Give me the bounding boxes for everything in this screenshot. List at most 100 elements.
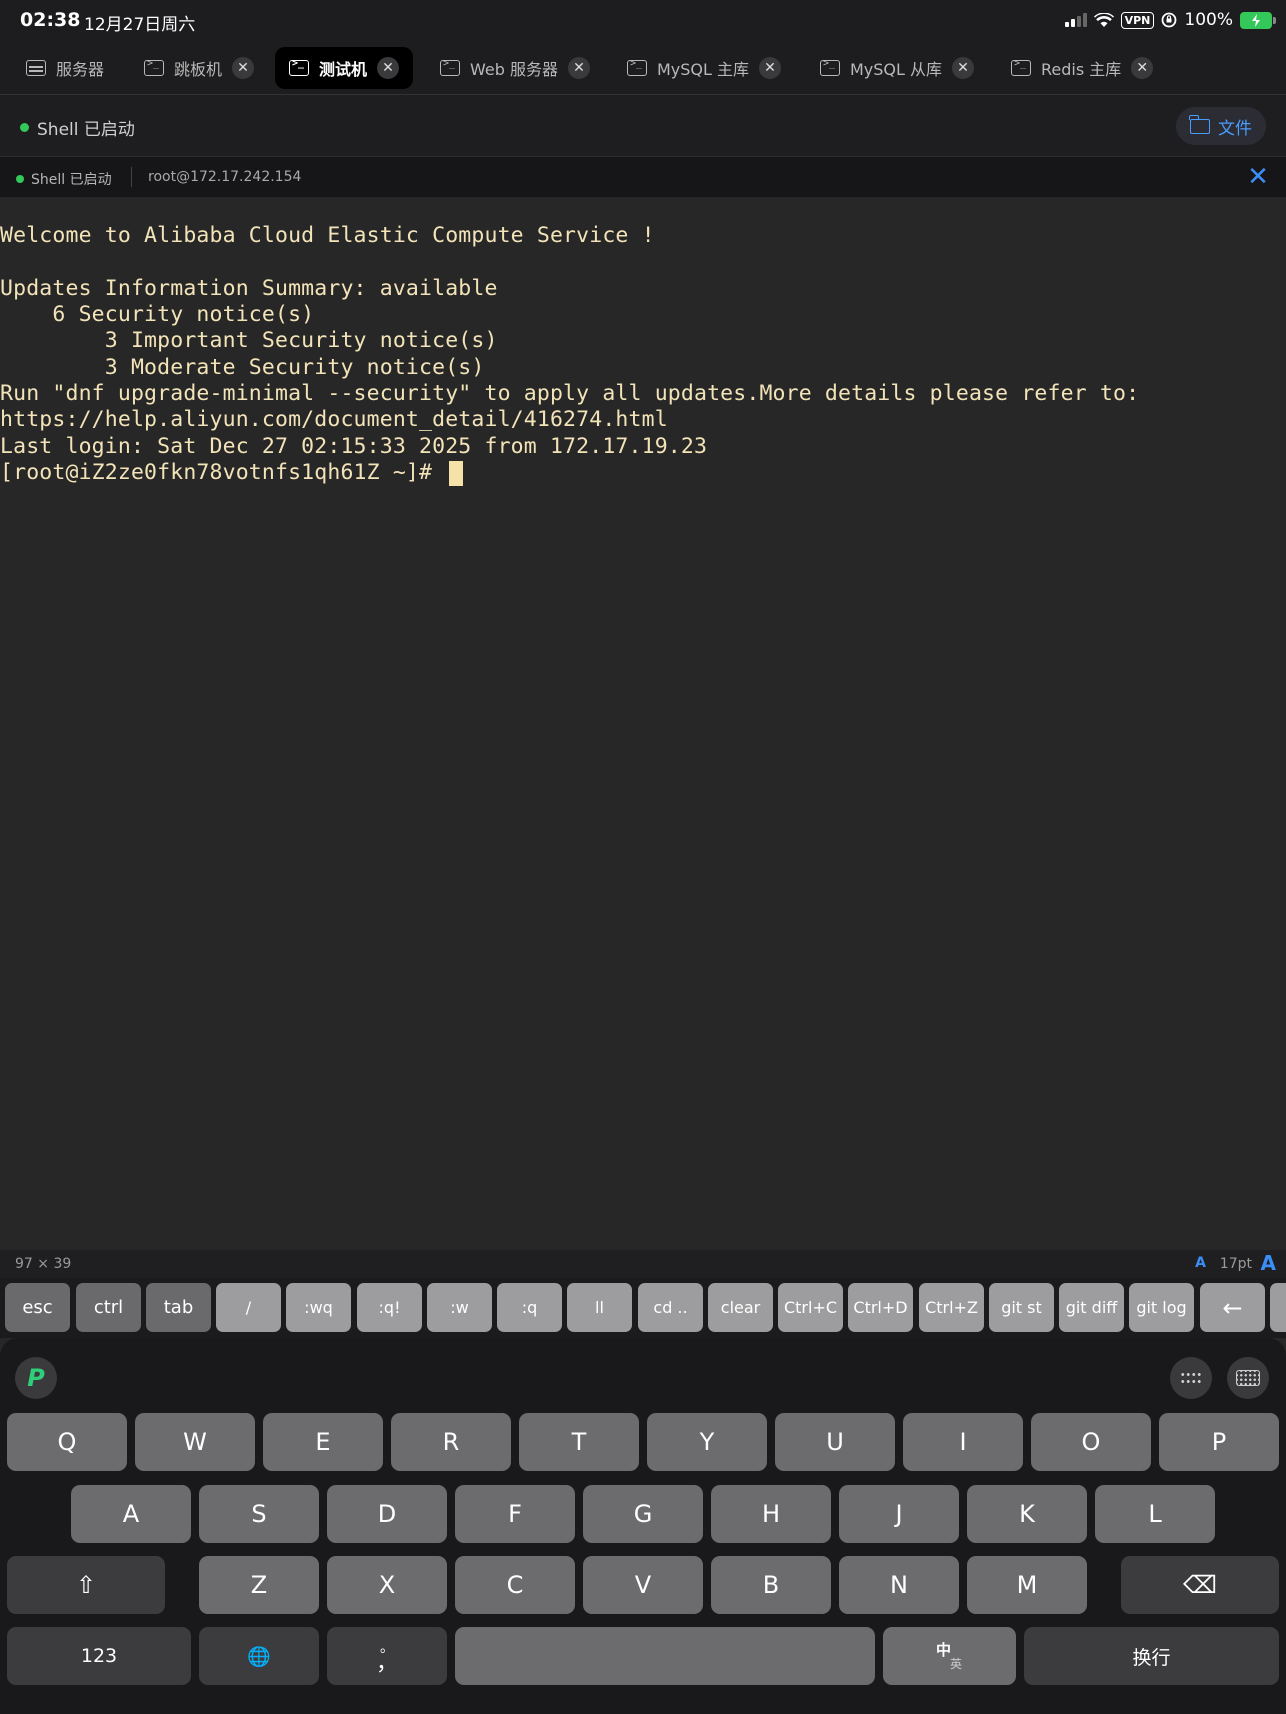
shortcut-key[interactable]: :q! bbox=[357, 1283, 422, 1332]
key-f[interactable]: F bbox=[455, 1485, 575, 1543]
terminal-info-bar: 97 × 39 A 17pt A bbox=[0, 1250, 1286, 1278]
key-c[interactable]: C bbox=[455, 1556, 575, 1614]
terminal-line: Welcome to Alibaba Cloud Elastic Compute… bbox=[0, 223, 655, 248]
key-g[interactable]: G bbox=[583, 1485, 703, 1543]
terminal-icon bbox=[627, 58, 647, 76]
key-m[interactable]: M bbox=[967, 1556, 1087, 1614]
arrow-left-key[interactable]: ← bbox=[1200, 1283, 1265, 1332]
key-v[interactable]: V bbox=[583, 1556, 703, 1614]
tab-servers[interactable]: 服务器 bbox=[12, 47, 118, 89]
shortcut-key[interactable]: Ctrl+C bbox=[778, 1283, 843, 1332]
tab-redis-primary[interactable]: Redis 主库 ✕ bbox=[997, 47, 1167, 89]
key-q[interactable]: Q bbox=[7, 1413, 127, 1471]
close-tab-icon[interactable]: ✕ bbox=[232, 57, 255, 79]
key-h[interactable]: H bbox=[711, 1485, 831, 1543]
shortcut-key[interactable]: esc bbox=[5, 1283, 70, 1332]
tab-mysql-primary[interactable]: MySQL 主库 ✕ bbox=[613, 47, 795, 89]
space-bar[interactable] bbox=[455, 1627, 875, 1685]
tab-mysql-replica[interactable]: MySQL 从库 ✕ bbox=[806, 47, 988, 89]
close-tab-icon[interactable]: ✕ bbox=[377, 57, 400, 79]
shortcut-key[interactable]: clear bbox=[708, 1283, 773, 1332]
key-b[interactable]: B bbox=[711, 1556, 831, 1614]
numbers-key[interactable]: 123 bbox=[7, 1627, 191, 1685]
tab-label: Web 服务器 bbox=[470, 60, 558, 79]
files-button-label: 文件 bbox=[1218, 118, 1252, 139]
session-header: Shell 已启动 文件 bbox=[0, 95, 1286, 157]
shortcut-key[interactable]: git diff bbox=[1059, 1283, 1124, 1332]
close-tab-icon[interactable]: ✕ bbox=[1131, 57, 1154, 79]
shortcut-key[interactable]: / bbox=[216, 1283, 281, 1332]
shortcut-key[interactable]: git log bbox=[1129, 1283, 1194, 1332]
status-dot-icon bbox=[20, 123, 29, 132]
shortcut-key[interactable]: cd .. bbox=[638, 1283, 703, 1332]
status-time: 02:38 bbox=[20, 9, 81, 31]
key-t[interactable]: T bbox=[519, 1413, 639, 1471]
key-x[interactable]: X bbox=[327, 1556, 447, 1614]
language-switch-key[interactable]: 中 英 bbox=[883, 1627, 1016, 1685]
connection-status: Shell 已启动 bbox=[16, 169, 112, 189]
terminal-cursor bbox=[449, 461, 463, 486]
shortcut-key[interactable]: :q bbox=[497, 1283, 562, 1332]
key-e[interactable]: E bbox=[263, 1413, 383, 1471]
shift-key[interactable]: ⇧ bbox=[7, 1556, 165, 1614]
key-s[interactable]: S bbox=[199, 1485, 319, 1543]
software-keyboard: P Q W E R T Y U I O P A S D F G H J K L … bbox=[0, 1338, 1286, 1714]
folder-icon bbox=[1189, 114, 1210, 134]
shortcut-key[interactable]: tab bbox=[146, 1283, 211, 1332]
key-j[interactable]: J bbox=[839, 1485, 959, 1543]
terminal-line: https://help.aliyun.com/document_detail/… bbox=[0, 407, 668, 432]
terminal-output[interactable]: Welcome to Alibaba Cloud Elastic Compute… bbox=[0, 197, 1286, 1250]
connection-host: root@172.17.242.154 bbox=[148, 169, 302, 185]
decrease-font-button[interactable]: A bbox=[1195, 1255, 1206, 1271]
tab-web-server[interactable]: Web 服务器 ✕ bbox=[426, 47, 604, 89]
keyboard-icon[interactable] bbox=[1227, 1357, 1269, 1399]
lang-zh-label: 中 bbox=[936, 1641, 952, 1659]
shortcut-key[interactable]: git st bbox=[989, 1283, 1054, 1332]
close-tab-icon[interactable]: ✕ bbox=[567, 57, 590, 79]
tab-test-machine[interactable]: 测试机 ✕ bbox=[275, 47, 414, 89]
tab-jump-host[interactable]: 跳板机 ✕ bbox=[130, 47, 268, 89]
tab-label: 服务器 bbox=[56, 60, 105, 79]
return-key[interactable]: 换行 bbox=[1024, 1627, 1279, 1685]
key-d[interactable]: D bbox=[327, 1485, 447, 1543]
key-y[interactable]: Y bbox=[647, 1413, 767, 1471]
wifi-icon bbox=[1093, 12, 1114, 27]
punctuation-key[interactable]: 。 ， bbox=[327, 1627, 447, 1685]
status-bar: 02:38 12月27日周六 VPN 100% bbox=[0, 0, 1286, 42]
shell-status: Shell 已启动 bbox=[20, 115, 135, 140]
terminal-line: Last login: Sat Dec 27 02:15:33 2025 fro… bbox=[0, 434, 708, 459]
key-a[interactable]: A bbox=[71, 1485, 191, 1543]
files-button[interactable]: 文件 bbox=[1176, 107, 1266, 145]
increase-font-button[interactable]: A bbox=[1261, 1251, 1276, 1275]
key-u[interactable]: U bbox=[775, 1413, 895, 1471]
delete-key[interactable]: ⌫ bbox=[1121, 1556, 1279, 1614]
key-z[interactable]: Z bbox=[199, 1556, 319, 1614]
keyboard-layout-icon bbox=[1236, 1370, 1260, 1386]
close-session-icon[interactable]: ✕ bbox=[1244, 163, 1272, 191]
key-r[interactable]: R bbox=[391, 1413, 511, 1471]
key-l[interactable]: L bbox=[1095, 1485, 1215, 1543]
shortcut-key[interactable]: :wq bbox=[286, 1283, 351, 1332]
key-k[interactable]: K bbox=[967, 1485, 1087, 1543]
shortcut-key[interactable]: Ctrl+Z bbox=[919, 1283, 984, 1332]
battery-charging-icon bbox=[1240, 11, 1276, 29]
divider bbox=[131, 167, 132, 187]
key-n[interactable]: N bbox=[839, 1556, 959, 1614]
shortcut-key[interactable]: ll bbox=[567, 1283, 632, 1332]
shell-status-label: Shell 已启动 bbox=[37, 120, 135, 140]
close-tab-icon[interactable]: ✕ bbox=[759, 57, 782, 79]
shortcut-key[interactable]: Ctrl+D bbox=[848, 1283, 913, 1332]
battery-percent: 100% bbox=[1184, 10, 1233, 30]
key-p[interactable]: P bbox=[1159, 1413, 1279, 1471]
close-tab-icon[interactable]: ✕ bbox=[952, 57, 975, 79]
shortcut-key-partial[interactable] bbox=[1270, 1283, 1286, 1332]
keypad-icon[interactable] bbox=[1170, 1357, 1212, 1399]
app-logo-icon[interactable]: P bbox=[15, 1357, 57, 1399]
key-i[interactable]: I bbox=[903, 1413, 1023, 1471]
shortcut-key[interactable]: :w bbox=[427, 1283, 492, 1332]
key-w[interactable]: W bbox=[135, 1413, 255, 1471]
globe-icon[interactable]: 🌐 bbox=[199, 1627, 319, 1685]
key-o[interactable]: O bbox=[1031, 1413, 1151, 1471]
terminal-line: Updates Information Summary: available bbox=[0, 276, 498, 301]
shortcut-key[interactable]: ctrl bbox=[76, 1283, 141, 1332]
